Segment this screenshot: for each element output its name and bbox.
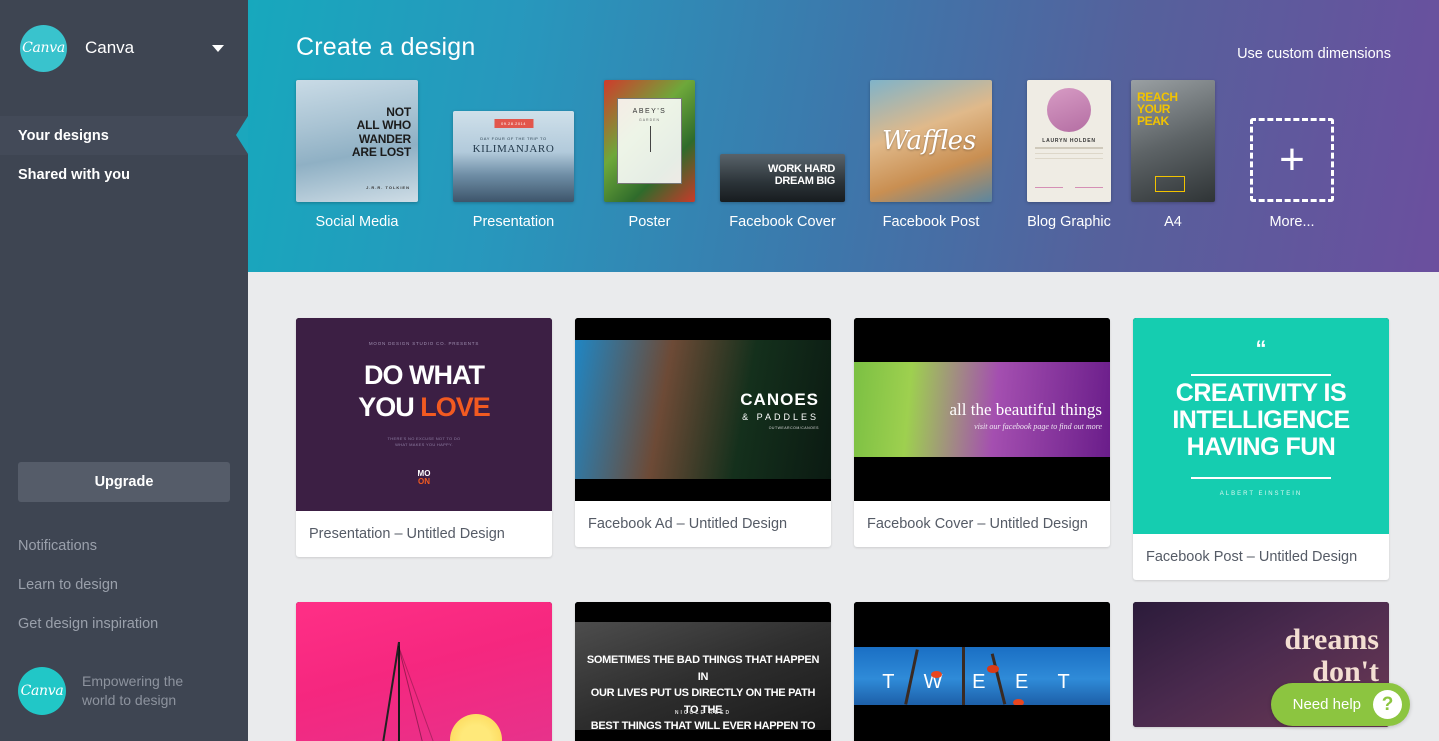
- design-card-title: Presentation – Untitled Design: [309, 526, 505, 542]
- design-card[interactable]: CANOES & PADDLES OUTWEARCOM/CANOES Facebook…: [575, 318, 831, 547]
- design-card[interactable]: all the beautiful things visit our facebo…: [854, 318, 1110, 547]
- use-custom-dimensions-link[interactable]: Use custom dimensions: [1237, 46, 1391, 62]
- design-thumbnail-art: CANOES & PADDLES OUTWEARCOM/CANOES: [575, 340, 831, 479]
- design-thumbnail-art: T W E E T: [854, 647, 1110, 705]
- account-name: Canva: [85, 38, 135, 57]
- design-thumbnail: MOON DESIGN STUDIO CO. PRESENTS DO WHAT YO…: [296, 318, 552, 511]
- letterbox-bar: [854, 457, 1110, 501]
- design-type-more[interactable]: + More...: [1250, 80, 1334, 230]
- thumbnail-art: REACH YOUR PEAK: [1131, 80, 1215, 202]
- canva-footer-logo-text: Canva: [20, 683, 64, 699]
- sidebar-item-label: Shared with you: [18, 166, 130, 183]
- design-type-label: More...: [1269, 214, 1315, 230]
- canva-logo-text: Canva: [22, 40, 65, 56]
- sidebar-item-your-designs[interactable]: Your designs: [0, 116, 248, 155]
- sidebar-item-get-design-inspiration[interactable]: Get design inspiration: [18, 616, 230, 632]
- chevron-down-icon[interactable]: [212, 44, 224, 52]
- sidebar-item-notifications[interactable]: Notifications: [18, 538, 230, 554]
- question-mark-icon: ?: [1373, 690, 1402, 719]
- page-title: Create a design: [296, 33, 476, 61]
- design-card[interactable]: [296, 602, 552, 741]
- design-type-presentation[interactable]: 09.28.2014 DAY FOUR OF THE TRIP TO KILIMAN…: [453, 80, 574, 230]
- design-thumbnail: T W E E T: [854, 602, 1110, 741]
- canva-app: Canva Canva Your designs Shared with you…: [0, 0, 1439, 741]
- footer-tagline-line2: world to design: [82, 692, 177, 708]
- design-thumbnail-art: MOON DESIGN STUDIO CO. PRESENTS DO WHAT YO…: [296, 318, 552, 511]
- canva-logo-icon: Canva: [20, 24, 67, 72]
- letterbox-bar: [854, 602, 1110, 647]
- design-thumbnail: all the beautiful things visit our facebo…: [854, 318, 1110, 501]
- plus-icon: +: [1250, 118, 1334, 202]
- design-type-label: Blog Graphic: [1027, 214, 1111, 230]
- thumbnail-art: NOT ALL WHO WANDER ARE LOST J.R.R. TOLKIEN: [296, 80, 418, 202]
- letterbox-bar: [575, 479, 831, 501]
- sidebar-footer-brand: Canva Empowering the world to design: [0, 667, 248, 715]
- design-type-blog-graphic[interactable]: LAURYN HOLDEN Blog Graphic: [1027, 80, 1111, 230]
- need-help-label: Need help: [1292, 696, 1361, 713]
- design-type-thumbnail: REACH YOUR PEAK: [1131, 80, 1215, 202]
- sidebar-item-label: Your designs: [18, 127, 109, 144]
- design-type-list: NOT ALL WHO WANDER ARE LOST J.R.R. TOLKIEN So…: [296, 80, 1391, 230]
- design-type-a4[interactable]: REACH YOUR PEAK A4: [1131, 80, 1215, 230]
- design-card-title: Facebook Post – Untitled Design: [1146, 549, 1358, 565]
- thumbnail-art: 09.28.2014 DAY FOUR OF THE TRIP TO KILIMAN…: [453, 111, 574, 202]
- design-type-poster[interactable]: ABEY'S GARDEN Poster: [604, 80, 695, 230]
- letterbox-bar: [854, 705, 1110, 741]
- design-type-label: Social Media: [315, 214, 399, 230]
- letterbox-bar: [854, 318, 1110, 362]
- thumbnail-art: ABEY'S GARDEN: [604, 80, 695, 202]
- design-thumbnail: SOMETIMES THE BAD THINGS THAT HAPPEN IN O…: [575, 602, 831, 741]
- design-type-label: Presentation: [472, 214, 555, 230]
- design-type-thumbnail: WORK HARD DREAM BIG: [720, 154, 845, 202]
- canva-footer-logo-icon: Canva: [18, 667, 66, 715]
- design-thumbnail: CANOES & PADDLES OUTWEARCOM/CANOES: [575, 318, 831, 501]
- design-card[interactable]: SOMETIMES THE BAD THINGS THAT HAPPEN IN O…: [575, 602, 831, 741]
- design-type-label: Facebook Cover: [729, 214, 836, 230]
- thumbnail-art: WORK HARD DREAM BIG: [720, 154, 845, 202]
- design-type-thumbnail: 09.28.2014 DAY FOUR OF THE TRIP TO KILIMAN…: [453, 111, 574, 202]
- design-type-facebook-cover[interactable]: WORK HARD DREAM BIG Facebook Cover: [720, 80, 845, 230]
- letterbox-bar: [575, 730, 831, 741]
- design-type-label: A4: [1164, 214, 1182, 230]
- design-thumbnail: “CREATIVITY IS INTELLIGENCE HAVING FUN ALBE…: [1133, 318, 1389, 534]
- design-type-thumbnail: LAURYN HOLDEN: [1027, 80, 1111, 202]
- thumbnail-art: Waffles: [870, 80, 992, 202]
- create-a-design-hero: Create a design Use custom dimensions NO…: [248, 0, 1439, 272]
- brand-account-switcher[interactable]: Canva Canva: [0, 0, 248, 96]
- design-thumbnail-art: [296, 602, 552, 741]
- sidebar-item-learn-to-design[interactable]: Learn to design: [18, 577, 230, 593]
- letterbox-bar: [575, 602, 831, 622]
- design-card[interactable]: T W E E T: [854, 602, 1110, 741]
- design-type-social-media[interactable]: NOT ALL WHO WANDER ARE LOST J.R.R. TOLKIEN So…: [296, 80, 418, 230]
- upgrade-button[interactable]: Upgrade: [18, 462, 230, 502]
- main-content: Create a design Use custom dimensions NO…: [248, 0, 1439, 741]
- design-type-thumbnail: NOT ALL WHO WANDER ARE LOST J.R.R. TOLKIEN: [296, 80, 418, 202]
- design-type-thumbnail: ABEY'S GARDEN: [604, 80, 695, 202]
- design-thumbnail: [296, 602, 552, 741]
- footer-tagline: Empowering the world to design: [82, 672, 183, 710]
- sidebar-nav: Your designs Shared with you: [0, 116, 248, 194]
- need-help-button[interactable]: Need help ?: [1270, 683, 1410, 726]
- design-card[interactable]: “CREATIVITY IS INTELLIGENCE HAVING FUN ALBE…: [1133, 318, 1389, 580]
- design-card[interactable]: MOON DESIGN STUDIO CO. PRESENTS DO WHAT YO…: [296, 318, 552, 557]
- design-card-title: Facebook Ad – Untitled Design: [588, 516, 788, 532]
- design-grid: MOON DESIGN STUDIO CO. PRESENTS DO WHAT YO…: [248, 272, 1439, 741]
- design-type-thumbnail: Waffles: [870, 80, 992, 202]
- upgrade-container: Upgrade: [0, 462, 248, 502]
- thumbnail-art: LAURYN HOLDEN: [1027, 80, 1111, 202]
- design-type-facebook-post[interactable]: Waffles Facebook Post: [870, 80, 992, 230]
- design-type-label: Poster: [628, 214, 671, 230]
- design-card-title: Facebook Cover – Untitled Design: [867, 516, 1088, 532]
- design-thumbnail-art: “CREATIVITY IS INTELLIGENCE HAVING FUN ALBE…: [1133, 318, 1389, 534]
- sidebar-links: Notifications Learn to design Get design…: [0, 538, 248, 655]
- design-thumbnail-art: SOMETIMES THE BAD THINGS THAT HAPPEN IN O…: [575, 622, 831, 730]
- sidebar: Canva Canva Your designs Shared with you…: [0, 0, 248, 741]
- letterbox-bar: [575, 318, 831, 340]
- design-type-label: Facebook Post: [882, 214, 980, 230]
- sidebar-item-shared-with-you[interactable]: Shared with you: [0, 155, 248, 194]
- footer-tagline-line1: Empowering the: [82, 673, 184, 690]
- design-thumbnail-art: all the beautiful things visit our facebo…: [854, 362, 1110, 457]
